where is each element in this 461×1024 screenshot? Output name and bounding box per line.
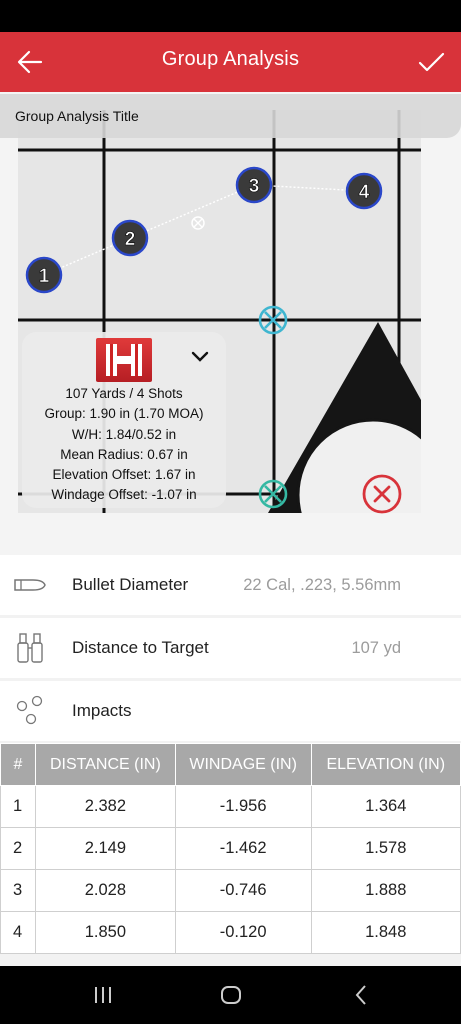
impact-marker[interactable]: 4 <box>345 172 383 210</box>
table-cell: -1.956 <box>174 785 312 828</box>
impacts-icon <box>12 693 48 729</box>
table-cell: 2.149 <box>35 827 176 870</box>
table-row[interactable]: 3 2.028 -0.746 1.888 <box>0 869 461 912</box>
hornady-logo <box>96 338 152 382</box>
table-cell: 2.382 <box>35 785 176 828</box>
table-cell: 3 <box>0 869 36 912</box>
recent-apps-icon <box>95 987 111 1003</box>
stats-elevation-offset: Elevation Offset: 1.67 in <box>52 467 196 483</box>
table-cell: 2 <box>0 827 36 870</box>
table-cell: 1.364 <box>310 785 461 828</box>
expand-button[interactable] <box>190 350 210 369</box>
impact-marker-label: 3 <box>249 176 260 197</box>
chevron-down-icon <box>191 351 209 362</box>
bullet-icon <box>12 567 48 603</box>
table-cell: -1.462 <box>174 827 312 870</box>
binoculars-icon <box>12 630 48 666</box>
impact-marker[interactable]: 2 <box>111 219 149 257</box>
impact-marker-label: 2 <box>125 229 136 250</box>
system-nav-bar <box>0 966 461 1024</box>
impacts-label: Impacts <box>72 701 132 720</box>
impacts-row: Impacts <box>0 681 461 741</box>
table-cell: 1 <box>0 785 36 828</box>
table-cell: 4 <box>0 911 36 954</box>
recent-apps-button[interactable] <box>88 980 118 1010</box>
column-header: WINDAGE (IN) <box>174 743 312 786</box>
stats-summary: 107 Yards / 4 Shots <box>65 386 183 401</box>
close-circle-icon <box>362 474 402 514</box>
home-icon <box>221 986 241 1004</box>
bullet-diameter-value: 22 Cal, .223, 5.56mm <box>243 576 401 594</box>
home-button[interactable] <box>216 980 246 1010</box>
table-row[interactable]: 2 2.149 -1.462 1.578 <box>0 827 461 870</box>
stats-group: Group: 1.90 in (1.70 MOA) <box>44 406 204 422</box>
impact-marker[interactable]: 3 <box>235 166 273 204</box>
delete-button[interactable] <box>362 474 402 514</box>
target-area: 1 2 3 4 Group Analysis Title 107 Yards /… <box>0 92 461 555</box>
table-cell: 1.578 <box>310 827 461 870</box>
impacts-table: # DISTANCE (IN) WINDAGE (IN) ELEVATION (… <box>0 743 461 954</box>
table-row[interactable]: 1 2.382 -1.956 1.364 <box>0 785 461 828</box>
column-header: # <box>0 743 36 786</box>
page-title: Group Analysis <box>161 48 300 70</box>
impact-marker-label: 1 <box>39 266 50 287</box>
impact-marker-label: 4 <box>359 182 370 203</box>
table-cell: 2.028 <box>35 869 176 912</box>
distance-value: 107 yd <box>351 639 401 657</box>
confirm-button[interactable] <box>411 42 451 82</box>
status-bar <box>0 0 461 32</box>
stats-windage-offset: Windage Offset: -1.07 in <box>51 487 197 503</box>
stats-wh: W/H: 1.84/0.52 in <box>71 426 177 442</box>
system-back-button[interactable] <box>346 980 376 1010</box>
stats-mean-radius: Mean Radius: 0.67 in <box>60 446 188 462</box>
table-header-row: # DISTANCE (IN) WINDAGE (IN) ELEVATION (… <box>0 743 461 786</box>
table-cell: -0.746 <box>174 869 312 912</box>
group-stats-card: 107 Yards / 4 Shots Group: 1.90 in (1.70… <box>22 332 226 508</box>
bullet-diameter-label: Bullet Diameter <box>72 575 189 594</box>
chevron-left-icon <box>355 985 366 1005</box>
analysis-title-field[interactable]: Group Analysis Title <box>0 94 461 138</box>
table-cell: -0.120 <box>174 911 312 954</box>
table-row[interactable]: 4 1.850 -0.120 1.848 <box>0 911 461 954</box>
app-bar: Group Analysis <box>0 32 461 92</box>
table-cell: 1.888 <box>310 869 461 912</box>
column-header: ELEVATION (IN) <box>310 743 461 786</box>
table-cell: 1.850 <box>35 911 176 954</box>
distance-row[interactable]: Distance to Target 107 yd <box>0 618 461 678</box>
column-header: DISTANCE (IN) <box>35 743 176 786</box>
table-cell: 1.848 <box>310 911 461 954</box>
analysis-title-text: Group Analysis Title <box>15 108 139 124</box>
impact-marker[interactable]: 1 <box>25 256 63 294</box>
check-icon <box>418 52 445 72</box>
distance-label: Distance to Target <box>72 638 209 657</box>
bullet-diameter-row[interactable]: Bullet Diameter 22 Cal, .223, 5.56mm <box>0 555 461 615</box>
